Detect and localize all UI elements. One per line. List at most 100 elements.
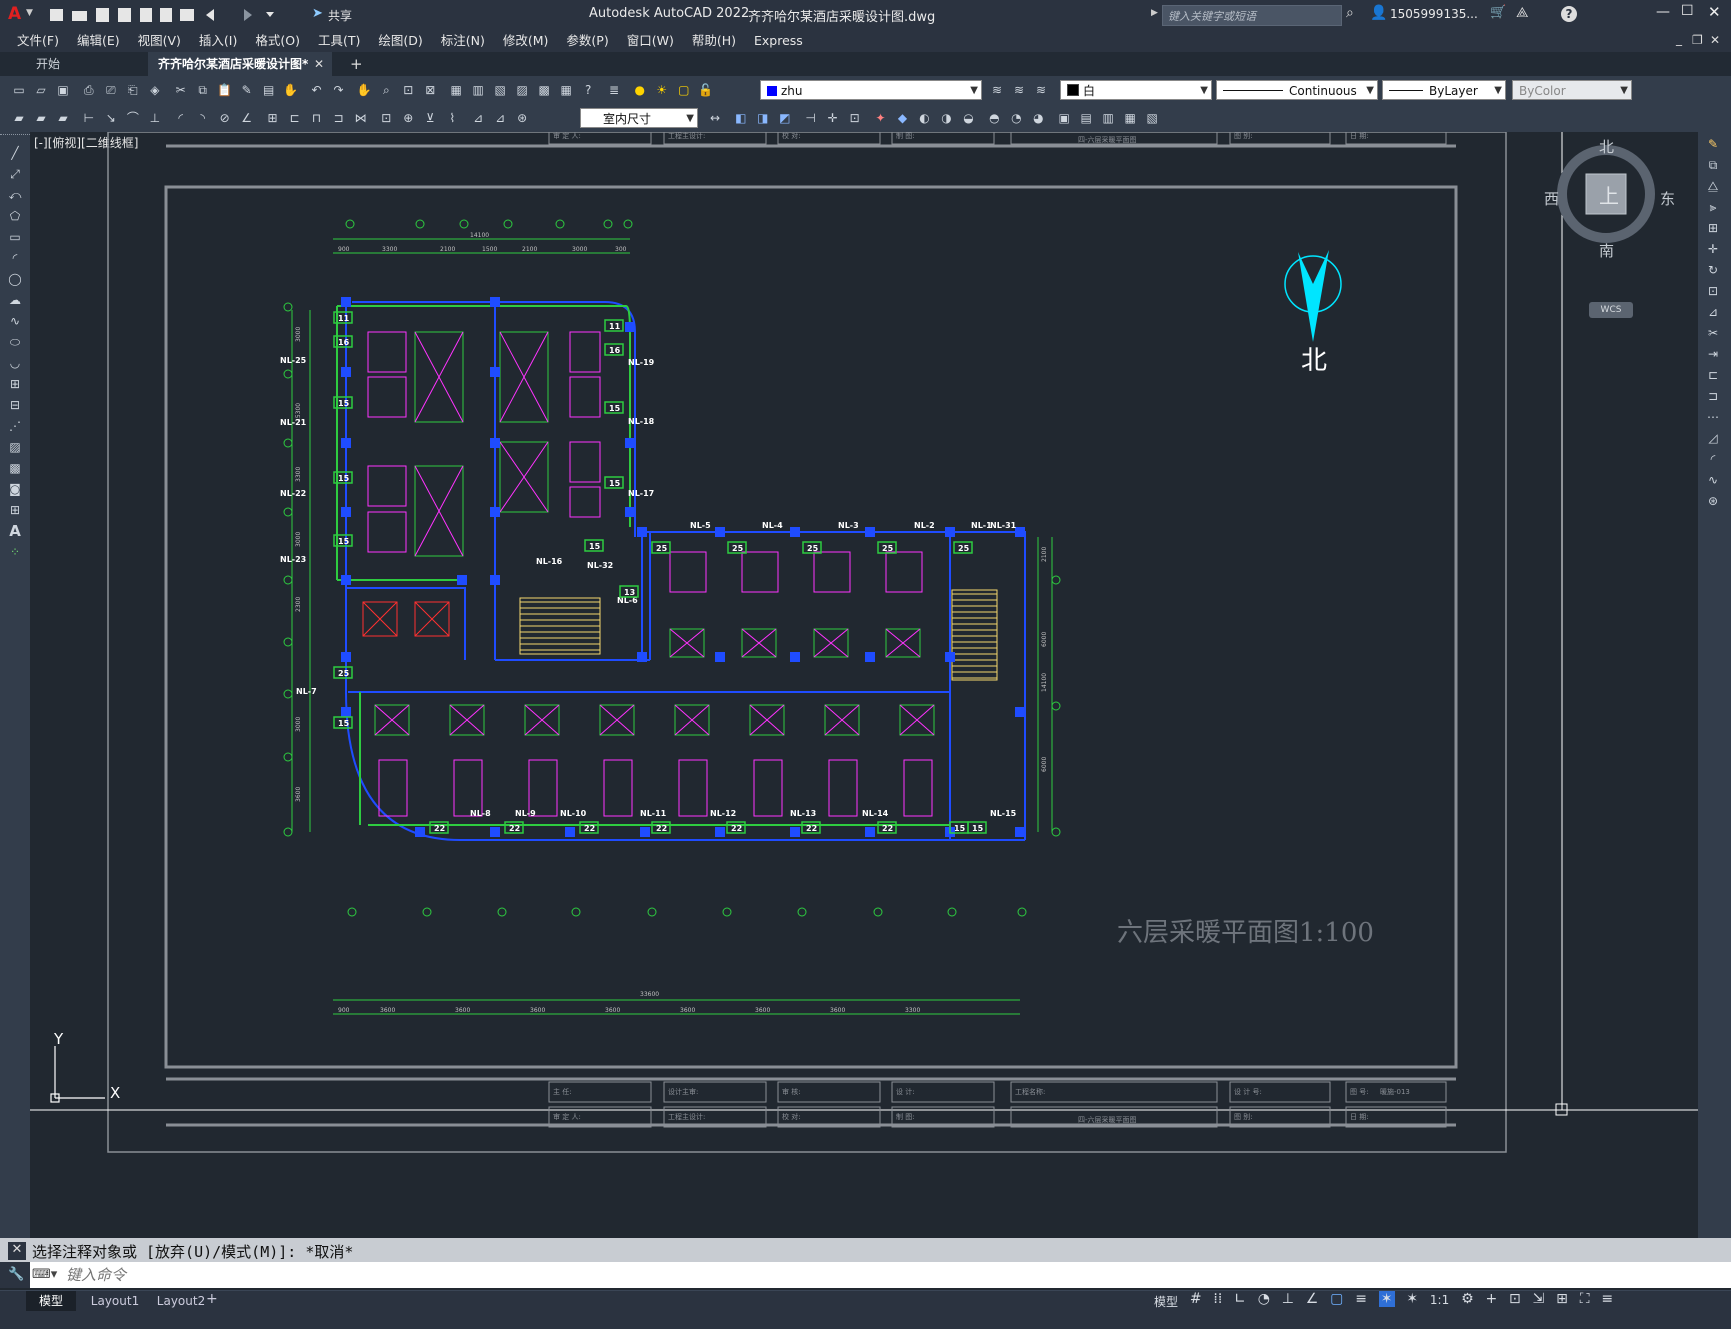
calculator-icon[interactable]: ▦ [557,81,575,99]
help-icon[interactable]: ? [1561,6,1577,22]
solid-icon[interactable]: ◓ [985,109,1003,127]
snap-icon[interactable]: ⁞⁞ [1213,1291,1222,1307]
arc-length-icon[interactable]: ⌒ [124,109,142,127]
cart-icon[interactable]: 🛒 [1490,5,1506,20]
app-logo[interactable]: A [8,4,21,24]
zoom-previous-icon[interactable]: ⊠ [421,81,439,99]
circle-icon[interactable]: ◯ [6,270,24,288]
blend-icon[interactable]: ∿ [1704,471,1722,489]
viewcube[interactable]: 上 [1554,142,1658,246]
lineweight-dropdown[interactable]: ByLayer ▼ [1382,80,1506,100]
isolate-icon[interactable]: ⊞ [1556,1291,1568,1307]
command-input[interactable] [64,1265,1668,1285]
align-icon[interactable]: ⊣ [802,109,820,127]
explode-icon[interactable]: ⊛ [1704,492,1722,510]
stretch-icon[interactable]: ⊿ [1704,303,1722,321]
break-point-icon[interactable]: ⊏ [1704,366,1722,384]
grid-icon[interactable]: # [1190,1291,1202,1307]
menu-item-4[interactable]: 格式(O) [246,30,309,52]
dim-edit-icon[interactable]: ⊿ [469,109,487,127]
construction-line-icon[interactable]: ⤢ [6,165,24,183]
wcs-menu[interactable]: WCS [1589,302,1633,318]
make-current-layer-icon[interactable]: ≋ [988,81,1006,99]
mirror-icon[interactable]: ⧋ [1704,177,1722,195]
inspection-icon[interactable]: ⊻ [421,109,439,127]
menu-item-2[interactable]: 视图(V) [129,30,190,52]
menu-item-6[interactable]: 绘图(D) [369,30,431,52]
dim-text-edit-icon[interactable]: ⊿ [491,109,509,127]
light-icon[interactable]: ◐ [915,109,933,127]
dim-space-icon[interactable]: ⊐ [329,109,347,127]
polygon-icon[interactable]: ⬠ [6,207,24,225]
cut-icon[interactable]: ✂ [172,81,190,99]
gradient-icon[interactable]: ▩ [6,459,24,477]
annotation-visibility-icon[interactable]: ✶ [1378,1291,1395,1307]
point-cloud-icon[interactable]: ▣ [1055,109,1073,127]
ordinate-dim-icon[interactable]: ⊥ [146,109,164,127]
object-snap-icon[interactable]: ▢ [1330,1291,1343,1307]
trim-icon[interactable]: ✂ [1704,324,1722,342]
object-snap-tracking-icon[interactable]: ∠ [1306,1291,1319,1307]
arc-icon[interactable]: ◜ [6,249,24,267]
layer-freeze-icon[interactable]: ☀ [653,81,671,99]
share-button[interactable]: 共享 [328,7,352,24]
pan-icon[interactable]: ✋ [282,81,300,99]
dim-update-icon[interactable]: ⊛ [513,109,531,127]
fillet-icon[interactable]: ◜ [1704,450,1722,468]
block-editor-icon[interactable]: ▤ [260,81,278,99]
jog-line-icon[interactable]: ⌇ [443,109,461,127]
mesh-icon[interactable]: ◕ [1029,109,1047,127]
publish-icon[interactable]: ⎗ [124,81,142,99]
surface-icon[interactable]: ◔ [1007,109,1025,127]
add-layout-icon[interactable]: + [206,1291,218,1307]
join-icon[interactable]: ⋯ [1704,408,1722,426]
line-icon[interactable]: ╱ [6,144,24,162]
tab-layout1[interactable]: Layout1 [84,1291,146,1311]
properties-icon[interactable]: ▦ [447,81,465,99]
layer-dropdown[interactable]: zhu ▼ [760,80,982,100]
mtext-icon[interactable]: A [6,522,24,540]
view-front-icon[interactable]: ◧ [732,109,750,127]
viewcube-east[interactable]: 东 [1660,188,1675,209]
cmd-recent-icon[interactable]: ⌨▾ [32,1267,57,1282]
break-icon[interactable]: ⊐ [1704,387,1722,405]
annotation-autoscale-icon[interactable]: ✶ [1406,1291,1418,1307]
preview-icon[interactable]: ⎚ [102,81,120,99]
ellipse-icon[interactable]: ⬭ [6,333,24,351]
close-icon[interactable]: ✕ [1708,3,1721,21]
user-account[interactable]: 1505999135... [1390,7,1478,21]
menu-item-12[interactable]: Express [745,30,812,52]
search-icon[interactable]: ⌕ [1346,5,1354,21]
polar-icon[interactable]: ◔ [1258,1291,1270,1307]
linetype-dropdown[interactable]: Continuous ▼ [1216,80,1378,100]
ellipse-arc-icon[interactable]: ◡ [6,354,24,372]
point-icon[interactable]: ⋰ [6,417,24,435]
view-back-icon[interactable]: ◨ [754,109,772,127]
erase-icon[interactable]: ✎ [1704,135,1722,153]
hatch-icon[interactable]: ▰ [54,109,72,127]
jogged-dim-icon[interactable]: ◝ [194,109,212,127]
save-icon-2[interactable]: ▣ [54,81,72,99]
match-icon[interactable]: ✎ [238,81,256,99]
menu-item-9[interactable]: 参数(P) [557,30,617,52]
walk-icon[interactable]: ◒ [959,109,977,127]
rectangle-icon[interactable]: ▭ [6,228,24,246]
tab-start[interactable]: 开始 [4,52,144,76]
tab-close-icon[interactable]: ✕ [314,52,324,76]
color-dropdown[interactable]: 白 ▼ [1060,80,1212,100]
viewcube-north[interactable]: 北 [1599,136,1614,157]
dim-break-icon[interactable]: ⋈ [351,109,369,127]
insert-block-icon[interactable]: ⊞ [6,375,24,393]
table-icon[interactable]: ⊞ [6,501,24,519]
shape-icon[interactable]: ▰ [10,109,28,127]
spline-icon[interactable]: ∿ [6,312,24,330]
offset-icon[interactable]: ⫸ [1704,198,1722,216]
autodesk-app-icon[interactable]: ⟁ [1516,5,1529,21]
help-tool-icon[interactable]: ? [579,81,597,99]
menu-item-5[interactable]: 工具(T) [309,30,369,52]
move-icon[interactable]: ✛ [1704,240,1722,258]
search-input[interactable]: 键入关键字或短语 [1168,8,1256,24]
scale-tool-icon[interactable]: ⊡ [846,109,864,127]
redo-icon-2[interactable]: ↷ [329,81,347,99]
lineweight-icon[interactable]: ≡ [1355,1291,1367,1307]
